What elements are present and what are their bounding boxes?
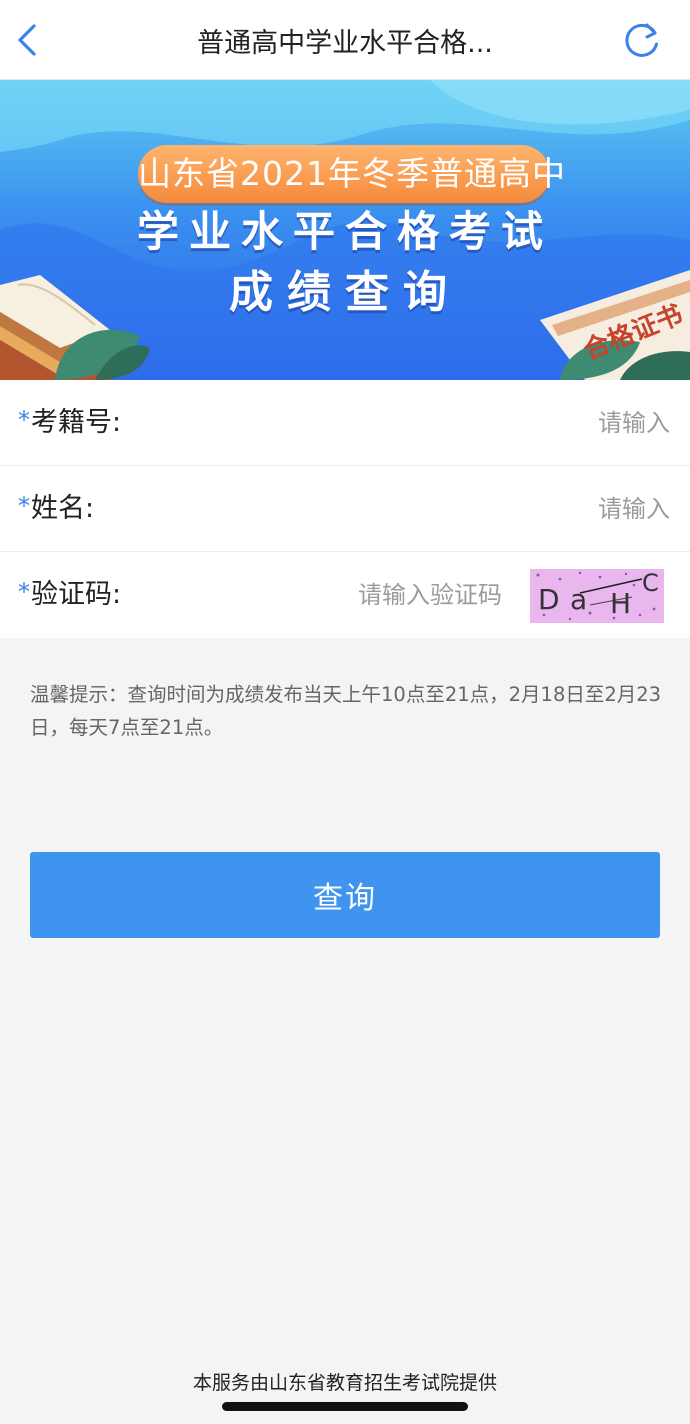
captcha-char-4: C	[642, 569, 659, 597]
captcha-char-3: H	[610, 587, 631, 620]
exam-id-label: 考籍号:	[31, 407, 122, 438]
name-input[interactable]	[290, 486, 670, 532]
top-nav-bar: 普通高中学业水平合格...	[0, 0, 690, 80]
captcha-label: 验证码:	[31, 579, 122, 610]
captcha-image[interactable]: D a H C	[530, 569, 664, 623]
captcha-input[interactable]	[202, 572, 502, 618]
captcha-row: * 验证码: D a H C	[0, 552, 690, 638]
name-label: 姓名:	[31, 493, 95, 524]
captcha-char-2: a	[570, 583, 587, 616]
banner-title-line1: 学业水平合格考试	[136, 207, 553, 256]
captcha-graphic: D a H C	[536, 569, 659, 621]
required-mark: *	[18, 578, 30, 606]
query-button[interactable]: 查询	[30, 852, 660, 938]
score-query-page: 普通高中学业水平合格... 合格证书 山东省2021年冬季普通高中 学业水平合格…	[0, 0, 690, 1424]
back-button[interactable]	[6, 18, 50, 62]
refresh-icon	[625, 23, 658, 57]
page-title: 普通高中学业水平合格...	[197, 28, 493, 59]
refresh-button[interactable]	[620, 18, 664, 62]
home-indicator	[222, 1402, 468, 1411]
required-mark: *	[18, 492, 30, 520]
service-provider-footer: 本服务由山东省教育招生考试院提供	[192, 1372, 497, 1394]
query-time-tip: 温馨提示：查询时间为成绩发布当天上午10点至21点，2月18日至2月23日，每天…	[30, 683, 662, 739]
exam-id-input[interactable]	[290, 400, 670, 446]
chevron-left-icon	[18, 24, 36, 56]
banner-pill-title: 山东省2021年冬季普通高中	[138, 145, 565, 203]
exam-id-row: * 考籍号:	[0, 380, 690, 466]
query-form: * 考籍号: * 姓名: * 验证码:	[0, 380, 690, 638]
required-mark: *	[18, 406, 30, 434]
name-row: * 姓名:	[0, 466, 690, 552]
banner-title-line2: 成绩查询	[229, 267, 461, 318]
captcha-char-1: D	[538, 583, 560, 616]
exam-banner: 合格证书 山东省2021年冬季普通高中 学业水平合格考试 成绩查询	[0, 80, 690, 380]
